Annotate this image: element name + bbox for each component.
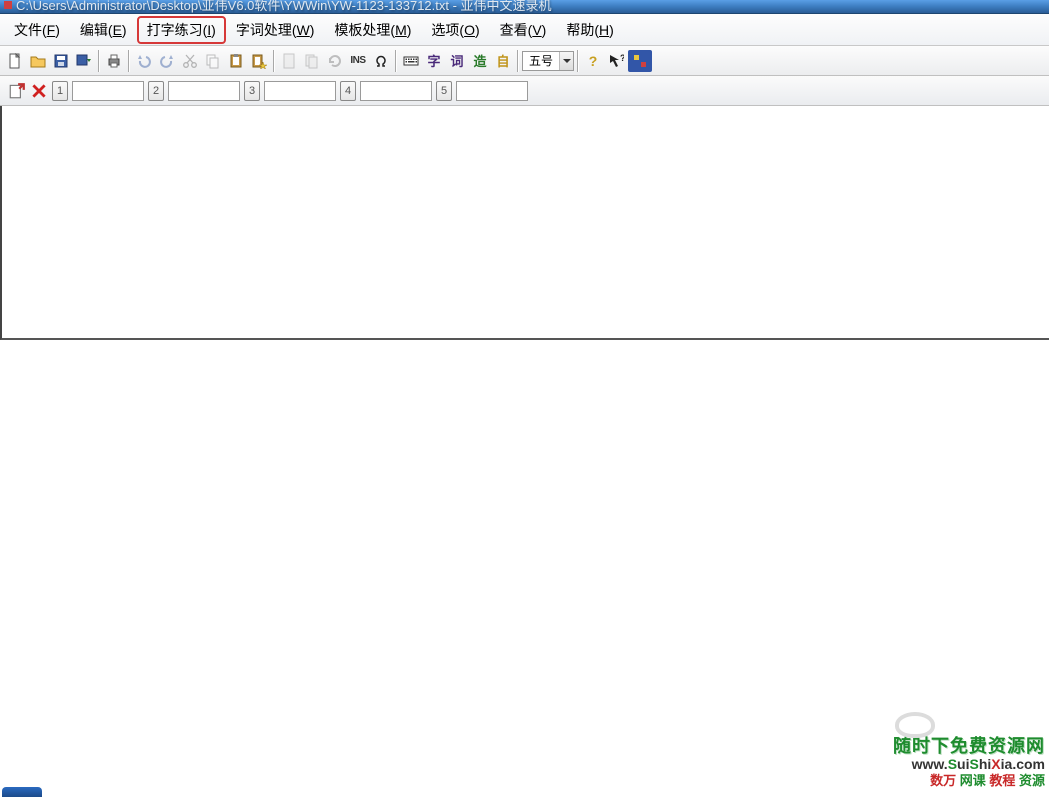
candidate-2-input[interactable] — [168, 81, 240, 101]
save-as-button[interactable] — [73, 50, 95, 72]
paste-star-icon — [251, 53, 267, 69]
toolbar-separator — [98, 50, 100, 72]
menu-help[interactable]: 帮助(H) — [556, 16, 623, 44]
taskbar-hint — [2, 787, 42, 797]
candidate-3-number[interactable]: 3 — [244, 81, 260, 101]
candidate-5-input[interactable] — [456, 81, 528, 101]
ci-label: 词 — [450, 51, 463, 70]
ins-label: INS — [350, 55, 365, 66]
word-button[interactable]: 词 — [446, 50, 468, 72]
cut-icon — [182, 53, 198, 69]
print-icon — [106, 53, 122, 69]
menu-view[interactable]: 查看(V) — [490, 16, 557, 44]
window-title: C:\Users\Administrator\Desktop\亚伟V6.0软件\… — [16, 0, 552, 14]
save-arrow-icon — [76, 53, 92, 69]
ime-icon — [632, 53, 648, 69]
svg-text:?: ? — [620, 53, 624, 63]
app-icon — [4, 1, 12, 9]
candidate-3-input[interactable] — [264, 81, 336, 101]
menu-word-processing[interactable]: 字词处理(W) — [226, 16, 325, 44]
redo-icon — [159, 53, 175, 69]
auto-button[interactable]: 自 — [492, 50, 514, 72]
paste-special-button[interactable] — [248, 50, 270, 72]
candidate-5-number[interactable]: 5 — [436, 81, 452, 101]
new-file-icon — [7, 53, 23, 69]
candidate-close-icon[interactable] — [30, 82, 48, 100]
omega-icon — [373, 53, 389, 69]
watermark: 随时下免费资源网 www.SuiShiXia.com 数万 网课 教程 资源 — [893, 732, 1045, 789]
doc-button[interactable] — [278, 50, 300, 72]
chevron-down-icon — [559, 52, 573, 70]
document-icon — [281, 53, 297, 69]
candidate-4-input[interactable] — [360, 81, 432, 101]
toolbar-separator — [517, 50, 519, 72]
menu-template-processing[interactable]: 模板处理(M) — [324, 16, 421, 44]
question-icon: ? — [585, 53, 601, 69]
candidate-send-icon[interactable] — [8, 82, 26, 100]
print-button[interactable] — [103, 50, 125, 72]
save-icon — [53, 53, 69, 69]
watermark-arc-icon — [895, 712, 935, 738]
watermark-line3: 数万 网课 教程 资源 — [893, 770, 1045, 789]
redo-button[interactable] — [156, 50, 178, 72]
cut-button[interactable] — [179, 50, 201, 72]
candidate-2-number[interactable]: 2 — [148, 81, 164, 101]
open-file-button[interactable] — [27, 50, 49, 72]
candidate-1-input[interactable] — [72, 81, 144, 101]
menu-typing-practice[interactable]: 打字练习(I) — [137, 16, 226, 44]
font-size-value: 五号 — [523, 52, 559, 69]
undo-icon — [136, 53, 152, 69]
menu-file[interactable]: 文件(F) — [4, 16, 70, 44]
help-button[interactable]: ? — [582, 50, 604, 72]
undo-button[interactable] — [133, 50, 155, 72]
create-button[interactable]: 造 — [469, 50, 491, 72]
font-size-dropdown[interactable]: 五号 — [522, 51, 574, 71]
toolbar-separator — [273, 50, 275, 72]
ime-button[interactable] — [628, 50, 652, 72]
documents-icon — [304, 53, 320, 69]
omega-button[interactable] — [370, 50, 392, 72]
paste-icon — [228, 53, 244, 69]
candidate-bar: 1 2 3 4 5 — [0, 76, 1049, 106]
toolbar-separator — [577, 50, 579, 72]
save-button[interactable] — [50, 50, 72, 72]
window-titlebar: C:\Users\Administrator\Desktop\亚伟V6.0软件\… — [0, 0, 1049, 14]
copy-icon — [205, 53, 221, 69]
zi-label: 字 — [427, 51, 440, 70]
candidate-4-number[interactable]: 4 — [340, 81, 356, 101]
char-button[interactable]: 字 — [423, 50, 445, 72]
auto-label: 自 — [496, 51, 509, 70]
refresh-button[interactable] — [324, 50, 346, 72]
toolbar: INS 字 词 造 自 五号 ? ? — [0, 46, 1049, 76]
candidate-1-number[interactable]: 1 — [52, 81, 68, 101]
menu-edit[interactable]: 编辑(E) — [70, 16, 137, 44]
open-folder-icon — [30, 53, 46, 69]
copy-button[interactable] — [202, 50, 224, 72]
whats-this-button[interactable]: ? — [605, 50, 627, 72]
new-file-button[interactable] — [4, 50, 26, 72]
docs-button[interactable] — [301, 50, 323, 72]
refresh-icon — [327, 53, 343, 69]
keyboard-button[interactable] — [400, 50, 422, 72]
keyboard-icon — [403, 53, 419, 69]
toolbar-separator — [395, 50, 397, 72]
menu-options[interactable]: 选项(O) — [421, 16, 489, 44]
upper-editor-pane[interactable] — [0, 106, 1049, 340]
svg-text:?: ? — [589, 53, 598, 69]
menubar: 文件(F) 编辑(E) 打字练习(I) 字词处理(W) 模板处理(M) 选项(O… — [0, 14, 1049, 46]
insert-mode-button[interactable]: INS — [347, 50, 369, 72]
toolbar-separator — [128, 50, 130, 72]
paste-button[interactable] — [225, 50, 247, 72]
arrow-question-icon: ? — [608, 53, 624, 69]
zao-label: 造 — [473, 51, 486, 70]
